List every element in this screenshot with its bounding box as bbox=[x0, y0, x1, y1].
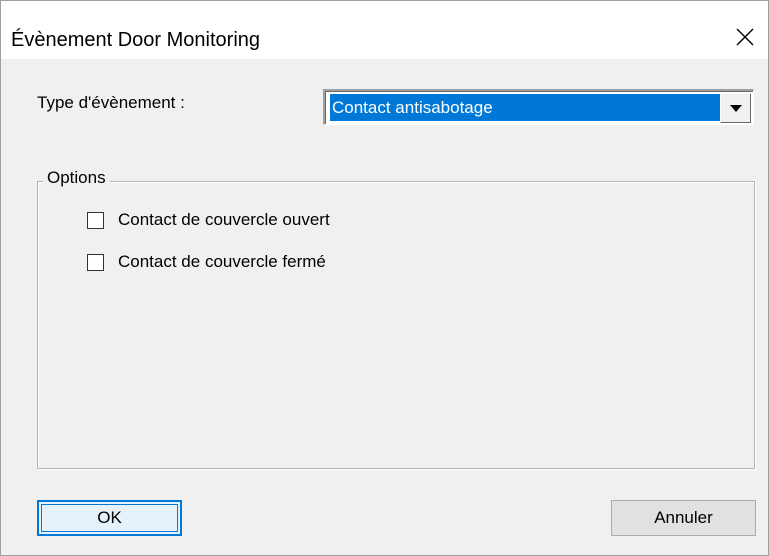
cover-closed-checkbox-label[interactable]: Contact de couvercle fermé bbox=[118, 252, 326, 272]
checkbox-row-cover-open[interactable]: Contact de couvercle ouvert bbox=[87, 209, 330, 231]
checkbox-row-cover-closed[interactable]: Contact de couvercle fermé bbox=[87, 251, 326, 273]
ok-button[interactable]: OK bbox=[37, 500, 182, 536]
cover-open-checkbox[interactable] bbox=[87, 211, 104, 229]
chevron-down-icon bbox=[729, 104, 742, 112]
dropdown-arrow-button[interactable] bbox=[720, 93, 751, 123]
cover-closed-checkbox[interactable] bbox=[87, 253, 104, 271]
window-title: Évènement Door Monitoring bbox=[11, 29, 261, 51]
close-icon bbox=[736, 28, 754, 46]
options-group-label: Options bbox=[43, 168, 110, 188]
event-type-selected-value: Contact antisabotage bbox=[330, 94, 722, 121]
cover-open-checkbox-label[interactable]: Contact de couvercle ouvert bbox=[118, 210, 330, 230]
close-button[interactable] bbox=[722, 17, 768, 57]
cancel-button[interactable]: Annuler bbox=[611, 500, 756, 536]
dialog-window: Évènement Door Monitoring Type d'évèneme… bbox=[0, 0, 769, 556]
title-bar: Évènement Door Monitoring bbox=[1, 1, 768, 59]
event-type-select[interactable]: Contact antisabotage bbox=[323, 89, 754, 125]
event-type-label: Type d'évènement : bbox=[37, 93, 185, 112]
